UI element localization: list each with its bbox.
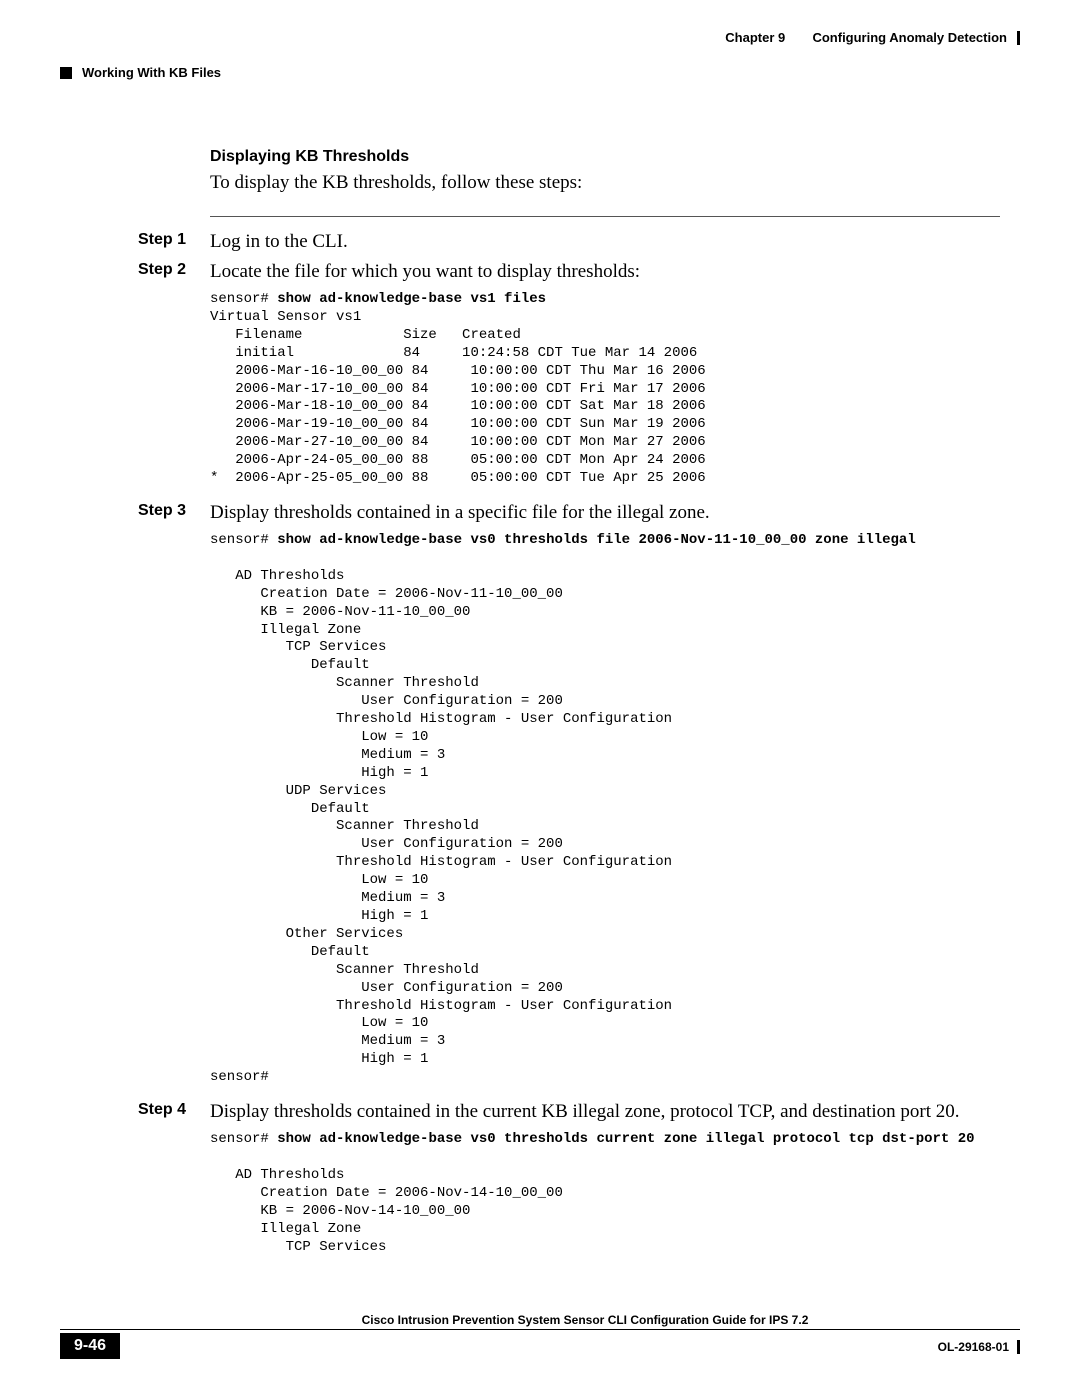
step-4-command: show ad-knowledge-base vs0 thresholds cu… [277, 1131, 974, 1147]
step-1-label: Step 1 [138, 231, 186, 249]
step-2-output: Virtual Sensor vs1 Filename Size Created… [210, 309, 706, 486]
header-bar-icon [1017, 31, 1020, 45]
section-heading: Displaying KB Thresholds [210, 148, 1000, 166]
step-2: Step 2 Locate the file for which you wan… [210, 261, 1000, 283]
divider [210, 216, 1000, 217]
page-number: 9-46 [60, 1333, 120, 1359]
section-title: Working With KB Files [82, 65, 221, 80]
doc-id: OL-29168-01 [938, 1340, 1009, 1354]
header-square-icon [60, 67, 72, 79]
chapter-title: Configuring Anomaly Detection [812, 30, 1007, 45]
step-2-code: sensor# show ad-knowledge-base vs1 files… [210, 291, 1000, 488]
step-4-text: Display thresholds contained in the curr… [210, 1101, 959, 1122]
cli-prompt: sensor# [210, 1131, 277, 1147]
step-1: Step 1 Log in to the CLI. [210, 231, 1000, 253]
step-4: Step 4 Display thresholds contained in t… [210, 1101, 1000, 1123]
cli-prompt: sensor# [210, 291, 277, 307]
cli-prompt: sensor# [210, 532, 277, 548]
footer: Cisco Intrusion Prevention System Sensor… [60, 1313, 1020, 1360]
main-content: Displaying KB Thresholds To display the … [210, 148, 1000, 1256]
step-3-command: show ad-knowledge-base vs0 thresholds fi… [277, 532, 916, 548]
step-2-command: show ad-knowledge-base vs1 files [277, 291, 546, 307]
chapter-number: Chapter 9 [725, 30, 785, 45]
step-4-code: sensor# show ad-knowledge-base vs0 thres… [210, 1131, 1000, 1256]
step-3-text: Display thresholds contained in a specif… [210, 502, 710, 523]
header: Chapter 9 Configuring Anomaly Detection [60, 30, 1020, 45]
step-3-output: AD Thresholds Creation Date = 2006-Nov-1… [210, 568, 672, 1085]
step-1-text: Log in to the CLI. [210, 231, 348, 252]
footer-line [60, 1329, 1020, 1331]
step-4-output: AD Thresholds Creation Date = 2006-Nov-1… [210, 1167, 563, 1255]
step-3-label: Step 3 [138, 502, 186, 520]
step-4-label: Step 4 [138, 1101, 186, 1119]
step-3-code: sensor# show ad-knowledge-base vs0 thres… [210, 532, 1000, 1087]
step-2-text: Locate the file for which you want to di… [210, 261, 640, 282]
step-2-label: Step 2 [138, 261, 186, 279]
step-3: Step 3 Display thresholds contained in a… [210, 502, 1000, 524]
footer-title: Cisco Intrusion Prevention System Sensor… [150, 1313, 1020, 1327]
footer-bar-icon [1017, 1340, 1020, 1354]
section-intro: To display the KB thresholds, follow the… [210, 172, 1000, 194]
